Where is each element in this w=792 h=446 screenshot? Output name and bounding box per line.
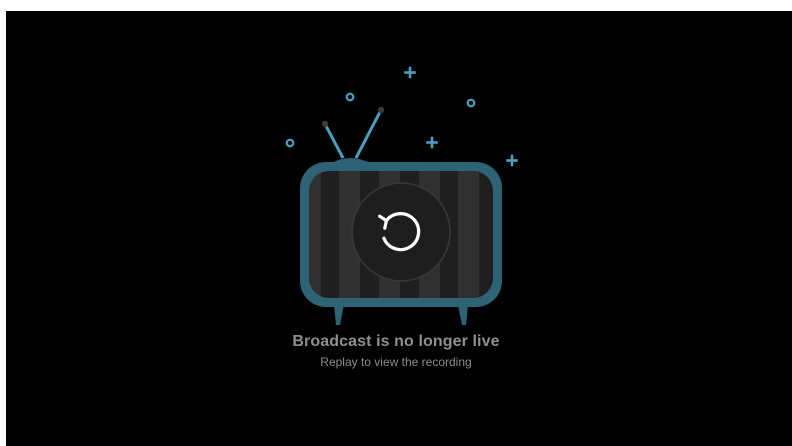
message-title: Broadcast is no longer live <box>292 333 500 350</box>
sparkle-plus-icon <box>404 66 518 167</box>
antenna-icon <box>321 106 385 164</box>
message-subtitle: Replay to view the recording <box>320 355 472 369</box>
replay-button[interactable] <box>351 182 451 282</box>
tv-illustration <box>285 66 518 325</box>
tv-legs <box>334 305 468 325</box>
sparkle-ring-icon <box>285 92 476 148</box>
broadcast-ended-message: Broadcast is no longer live Replay to vi… <box>0 332 792 370</box>
